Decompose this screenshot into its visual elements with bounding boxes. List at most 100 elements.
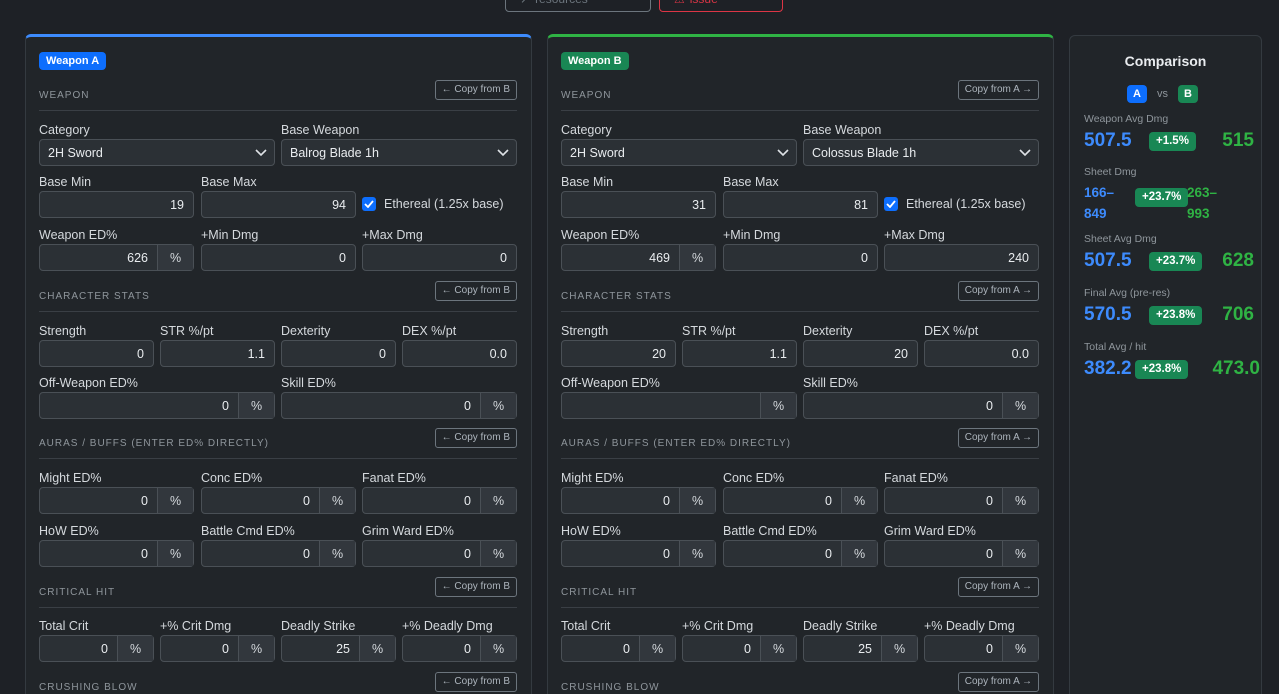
dexterity-value: 0 [379, 346, 386, 361]
min-dmg-label: +Min Dmg [201, 228, 259, 242]
comparison-legend: A vs B [1127, 85, 1198, 103]
total-crit-input[interactable]: 0% [561, 635, 676, 662]
base-max-input[interactable]: 81 [723, 191, 878, 218]
copy-button[interactable]: ← Copy from B [434, 428, 517, 448]
dexterity-input[interactable]: 0 [281, 340, 396, 367]
fanat-input[interactable]: 0% [884, 487, 1039, 514]
grim-input[interactable]: 0% [884, 540, 1039, 567]
fanat-label: Fanat ED% [884, 471, 948, 485]
base-min-label: Base Min [39, 175, 92, 189]
total-crit-input[interactable]: 0% [39, 635, 154, 662]
copy-button[interactable]: ← Copy from B [434, 281, 517, 301]
deadly-value: 25 [336, 641, 350, 656]
copy-button[interactable]: Copy from A → [957, 281, 1039, 301]
how-input[interactable]: 0% [561, 540, 716, 567]
base-weapon-select[interactable]: Balrog Blade 1h [281, 139, 517, 166]
dex-pt-input[interactable]: 0.0 [402, 340, 517, 367]
dex-pt-label: DEX %/pt [924, 324, 979, 338]
battle-input[interactable]: 0% [723, 540, 878, 567]
battle-input[interactable]: 0% [201, 540, 356, 567]
copy-button[interactable]: Copy from A → [957, 672, 1039, 692]
crit-dmg-input[interactable]: 0% [160, 635, 275, 662]
skill-ed-input[interactable]: 0% [281, 392, 517, 419]
vs-label: vs [1157, 88, 1168, 100]
copy-button[interactable]: ← Copy from B [434, 577, 517, 597]
category-select[interactable]: 2H Sword [39, 139, 275, 166]
stat-total-avg: Total Avg / hit 382.2 +23.8% 473.0 [1084, 341, 1260, 386]
might-input[interactable]: 0% [39, 487, 194, 514]
min-dmg-input[interactable]: 0 [201, 244, 356, 271]
copy-button[interactable]: ← Copy from B [434, 672, 517, 692]
conc-input[interactable]: 0% [201, 487, 356, 514]
percent-addon: % [1002, 541, 1038, 566]
copy-button[interactable]: Copy from A → [957, 80, 1039, 100]
how-input[interactable]: 0% [39, 540, 194, 567]
base-min-input[interactable]: 31 [561, 191, 716, 218]
battle-field: Battle Cmd ED% 0% [201, 524, 356, 567]
category-select[interactable]: 2H Sword [561, 139, 797, 166]
grim-label: Grim Ward ED% [362, 524, 454, 538]
deadly-dmg-input[interactable]: 0% [402, 635, 517, 662]
str-pt-input[interactable]: 1.1 [160, 340, 275, 367]
max-dmg-field: +Max Dmg 0 [362, 228, 517, 271]
percent-addon: % [1002, 488, 1038, 513]
percent-addon: % [760, 636, 796, 661]
str-pt-input[interactable]: 1.1 [682, 340, 797, 367]
percent-addon: % [1002, 393, 1038, 418]
percent-addon: % [841, 488, 877, 513]
stat-value-a-line2: 849 [1084, 206, 1107, 221]
stat-label: Sheet Avg Dmg [1084, 233, 1157, 245]
base-min-input[interactable]: 19 [39, 191, 194, 218]
skill-ed-field: Skill ED% 0% [803, 376, 1039, 419]
max-dmg-input[interactable]: 0 [362, 244, 517, 271]
max-dmg-label: +Max Dmg [884, 228, 945, 242]
dexterity-input[interactable]: 20 [803, 340, 918, 367]
percent-addon: % [679, 541, 715, 566]
copy-button[interactable]: ← Copy from B [434, 80, 517, 100]
max-dmg-input[interactable]: 240 [884, 244, 1039, 271]
might-label: Might ED% [39, 471, 102, 485]
dex-pt-input[interactable]: 0.0 [924, 340, 1039, 367]
percent-addon: % [157, 245, 193, 270]
strength-input[interactable]: 0 [39, 340, 154, 367]
base-max-label: Base Max [201, 175, 257, 189]
off-ed-input[interactable]: % [561, 392, 797, 419]
str-pt-field: STR %/pt 1.1 [682, 324, 797, 367]
skill-ed-input[interactable]: 0% [803, 392, 1039, 419]
deadly-input[interactable]: 25% [803, 635, 918, 662]
weapon-ed-input[interactable]: 469% [561, 244, 716, 271]
crit-dmg-input[interactable]: 0% [682, 635, 797, 662]
might-input[interactable]: 0% [561, 487, 716, 514]
deadly-dmg-input[interactable]: 0% [924, 635, 1039, 662]
min-dmg-input[interactable]: 0 [723, 244, 878, 271]
ethereal-checkbox[interactable]: Ethereal (1.25x base) [362, 197, 504, 211]
percent-addon: % [238, 636, 274, 661]
base-max-input[interactable]: 94 [201, 191, 356, 218]
base-min-value: 31 [692, 197, 706, 212]
off-ed-input[interactable]: 0% [39, 392, 275, 419]
view-resources-button[interactable]: ↗ View other resources [505, 0, 651, 12]
conc-input[interactable]: 0% [723, 487, 878, 514]
weapon-ed-label: Weapon ED% [561, 228, 640, 242]
deadly-input[interactable]: 25% [281, 635, 396, 662]
crit-dmg-field: +% Crit Dmg 0% [160, 619, 275, 662]
stat-value-a: 382.2 [1084, 358, 1132, 379]
strength-input[interactable]: 20 [561, 340, 676, 367]
base-weapon-select[interactable]: Colossus Blade 1h [803, 139, 1039, 166]
ethereal-checkbox[interactable]: Ethereal (1.25x base) [884, 197, 1026, 211]
max-dmg-value: 0 [500, 250, 507, 265]
might-field: Might ED% 0% [561, 471, 716, 514]
stat-value-a: 507.5 [1084, 130, 1132, 151]
copy-button[interactable]: Copy from A → [957, 577, 1039, 597]
category-value: 2H Sword [570, 145, 625, 160]
grim-input[interactable]: 0% [362, 540, 517, 567]
report-issue-button[interactable]: ⚠ Report an issue [659, 0, 783, 12]
stat-value-b: 628 [1222, 250, 1254, 271]
crit-dmg-label: +% Crit Dmg [682, 619, 754, 633]
comparison-panel: Comparison A vs B Weapon Avg Dmg 507.5 +… [1069, 35, 1262, 694]
might-label: Might ED% [561, 471, 624, 485]
fanat-input[interactable]: 0% [362, 487, 517, 514]
str-pt-field: STR %/pt 1.1 [160, 324, 275, 367]
copy-button[interactable]: Copy from A → [957, 428, 1039, 448]
weapon-ed-input[interactable]: 626% [39, 244, 194, 271]
